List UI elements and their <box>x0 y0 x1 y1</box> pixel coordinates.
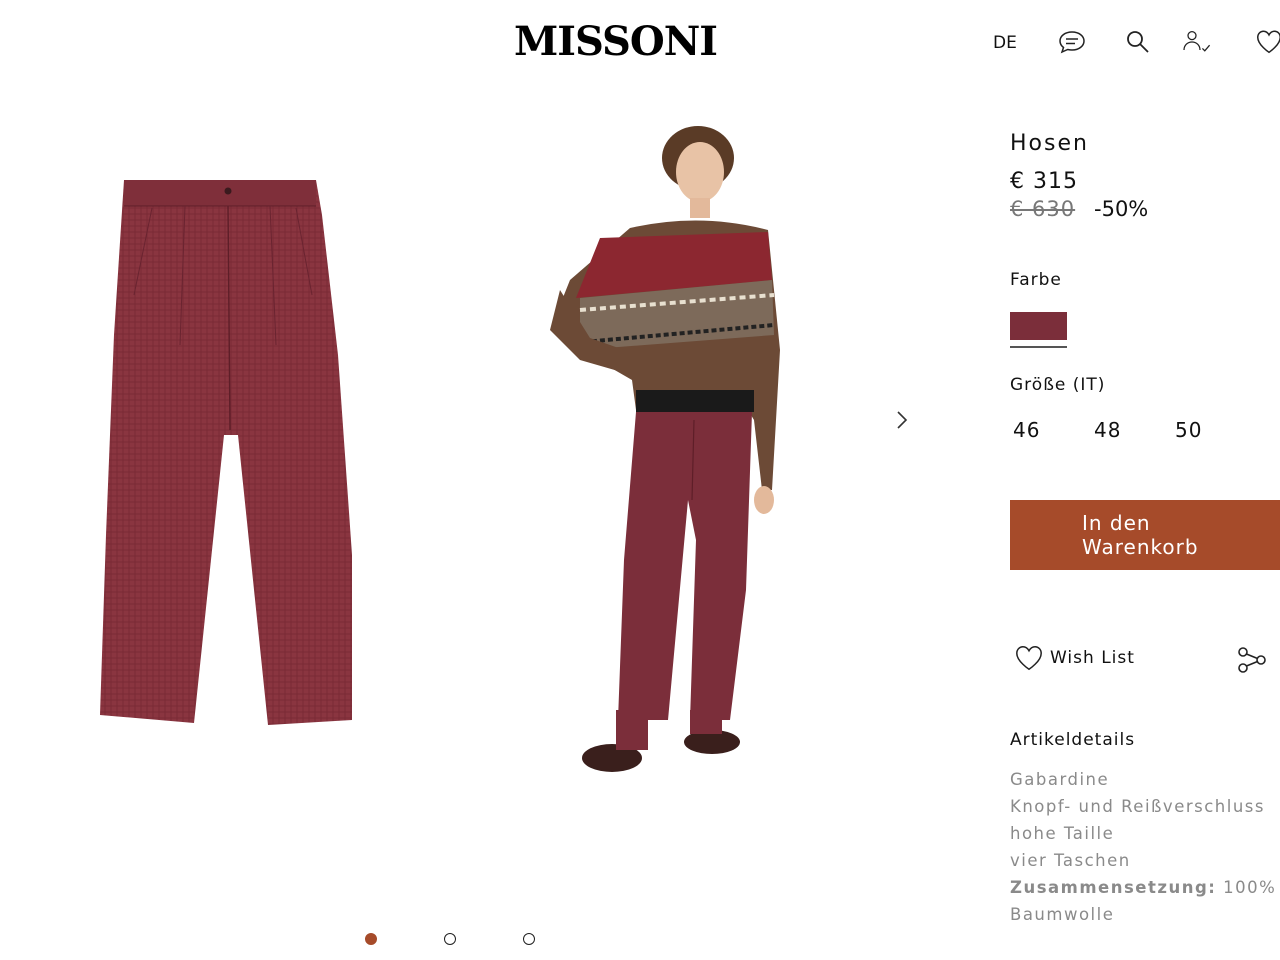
composition-line: Zusammensetzung: 100% Baumwolle <box>1010 874 1280 928</box>
language-selector[interactable]: DE <box>993 33 1017 53</box>
wishlist-heart-icon[interactable] <box>1254 26 1280 58</box>
current-price: € 315 <box>1010 169 1078 194</box>
details-title: Artikeldetails <box>1010 730 1136 750</box>
product-details-list: Gabardine Knopf- und Reißverschluss hohe… <box>1010 766 1280 928</box>
add-to-cart-button[interactable]: In den Warenkorb <box>1010 500 1280 570</box>
detail-line: hohe Taille <box>1010 824 1115 843</box>
trousers-flatlay-image <box>90 175 370 740</box>
heart-icon <box>1016 645 1042 671</box>
size-label: Größe (IT) <box>1010 375 1106 395</box>
gallery-dot-1[interactable] <box>365 933 377 945</box>
detail-line: vier Taschen <box>1010 851 1131 870</box>
share-icon[interactable] <box>1236 644 1268 676</box>
product-title: Hosen <box>1010 131 1089 156</box>
gallery-dot-2[interactable] <box>444 933 456 945</box>
color-label: Farbe <box>1010 270 1062 290</box>
size-option-46[interactable]: 46 <box>1013 418 1040 442</box>
brand-logo[interactable]: MISSONI <box>514 18 718 65</box>
add-to-wishlist-button[interactable]: Wish List <box>1014 642 1135 674</box>
chat-icon[interactable] <box>1056 26 1088 58</box>
gallery-dot-3[interactable] <box>523 933 535 945</box>
swatch-selected-indicator <box>1010 346 1067 348</box>
detail-line: Knopf- und Reißverschluss <box>1010 797 1265 816</box>
color-swatch-selected[interactable] <box>1010 312 1067 340</box>
composition-label: Zusammensetzung: <box>1010 878 1217 897</box>
model-wearing-trousers-image <box>540 120 790 800</box>
original-price: € 630 <box>1010 197 1076 221</box>
detail-line: Gabardine <box>1010 770 1110 789</box>
product-gallery[interactable] <box>0 90 960 945</box>
account-icon[interactable] <box>1180 26 1212 58</box>
discount-badge: -50% <box>1094 197 1149 221</box>
gallery-pagination <box>0 933 960 953</box>
size-option-50[interactable]: 50 <box>1175 418 1202 442</box>
next-image-arrow-icon[interactable] <box>890 408 914 432</box>
size-option-48[interactable]: 48 <box>1094 418 1121 442</box>
wishlist-label: Wish List <box>1050 648 1135 668</box>
search-icon[interactable] <box>1122 26 1154 58</box>
